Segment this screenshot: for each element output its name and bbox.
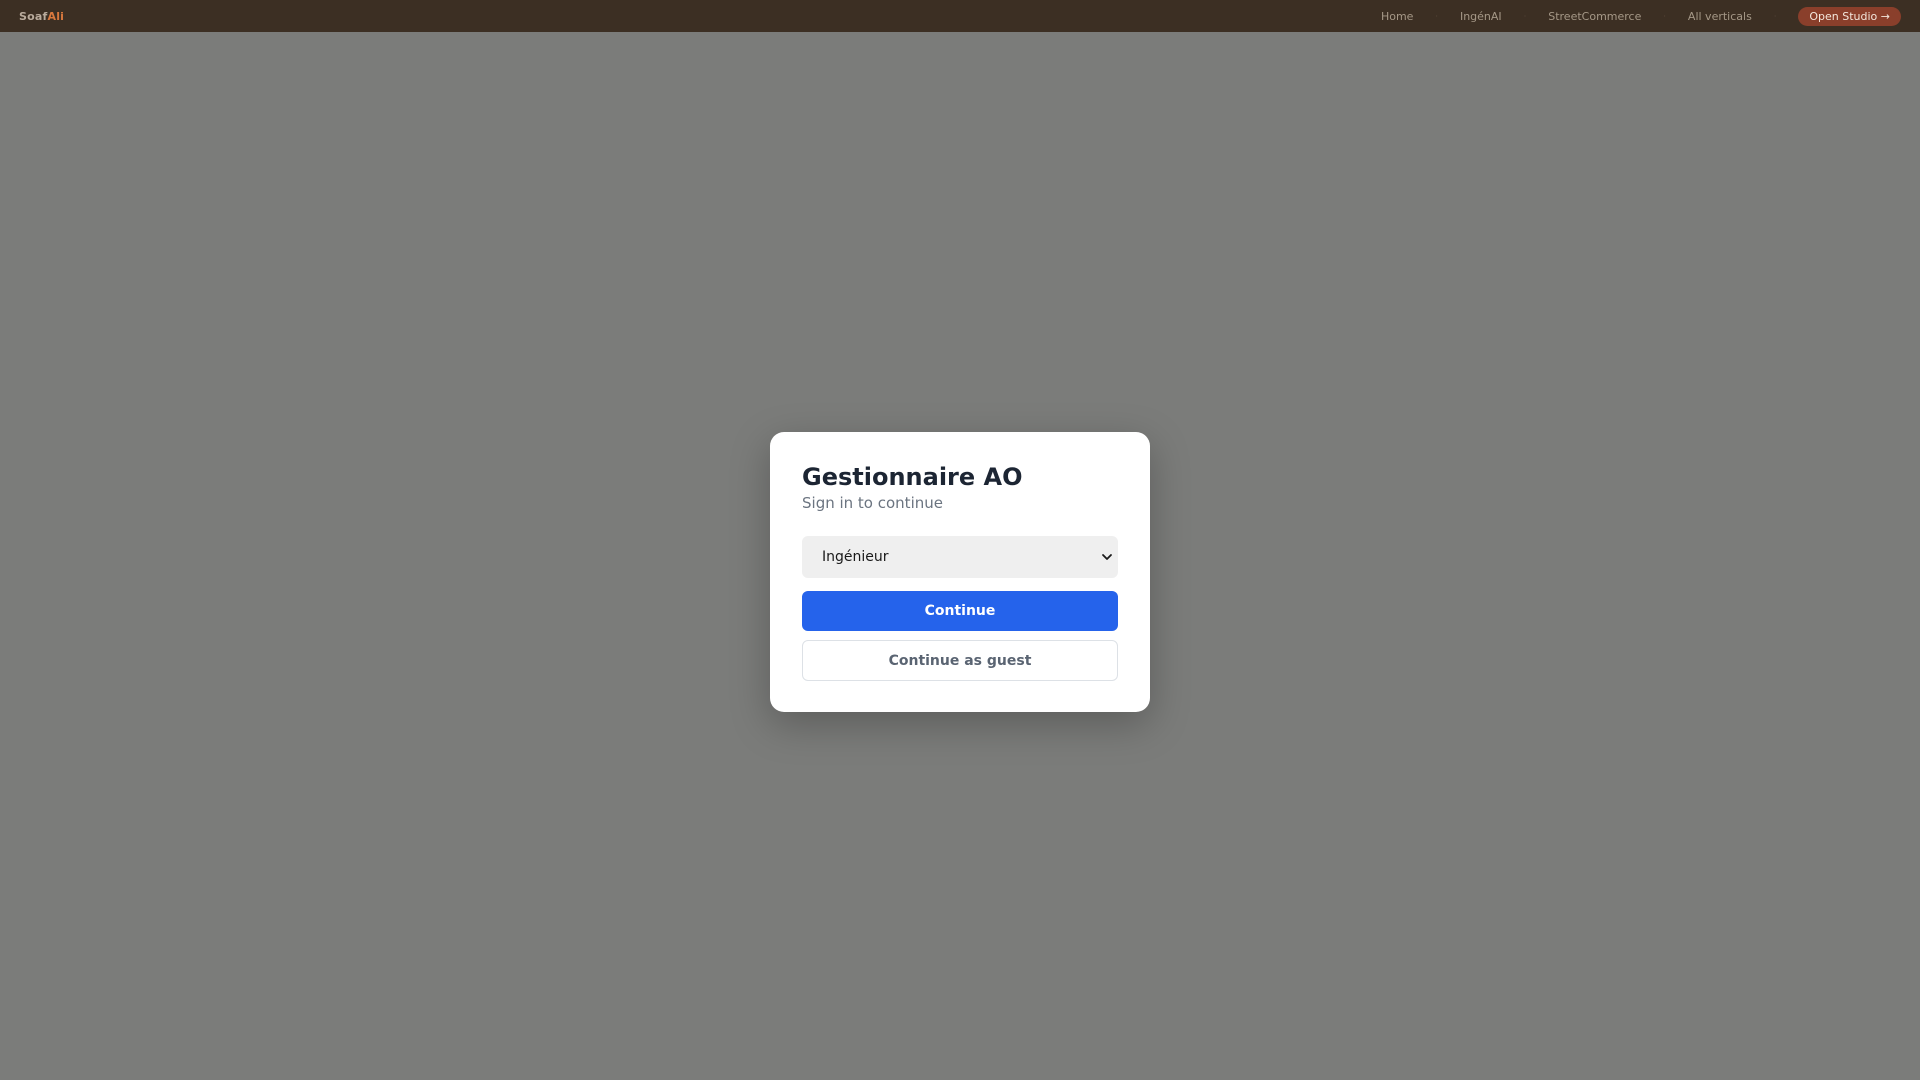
continue-button[interactable]: Continue — [802, 591, 1118, 631]
chevron-down-icon — [1102, 554, 1112, 560]
nav-separator: · — [1435, 11, 1438, 21]
open-studio-button[interactable]: Open Studio → — [1798, 6, 1901, 26]
top-navigation-bar: SoafAli Home · IngénAI · StreetCommerce … — [0, 0, 1920, 32]
dialog-subtitle: Sign in to continue — [802, 494, 943, 512]
brand-name-part2: Ali — [47, 9, 65, 23]
nav-link-ingenai[interactable]: IngénAI — [1460, 10, 1502, 23]
role-select-value[interactable]: Ingénieur — [802, 536, 1118, 578]
brand-name-part1: Soaf — [19, 9, 48, 23]
continue-as-guest-button[interactable]: Continue as guest — [802, 640, 1118, 681]
dialog-title: Gestionnaire AO — [802, 463, 1023, 491]
nav-link-home[interactable]: Home — [1381, 10, 1413, 23]
nav-link-streetcommerce[interactable]: StreetCommerce — [1548, 10, 1641, 23]
nav-link-all-verticals[interactable]: All verticals — [1688, 10, 1752, 23]
role-select[interactable]: Ingénieur — [802, 536, 1118, 578]
nav-separator: · — [1773, 11, 1777, 21]
nav-separator: · — [1523, 11, 1527, 21]
nav-separator: · — [1663, 11, 1666, 21]
nav-links: Home · IngénAI · StreetCommerce · All ve… — [1381, 0, 1901, 32]
sign-in-dialog: Gestionnaire AO Sign in to continue Ingé… — [770, 432, 1150, 712]
brand-logo[interactable]: SoafAli — [19, 10, 64, 23]
modal-backdrop: Gestionnaire AO Sign in to continue Ingé… — [0, 32, 1920, 1080]
